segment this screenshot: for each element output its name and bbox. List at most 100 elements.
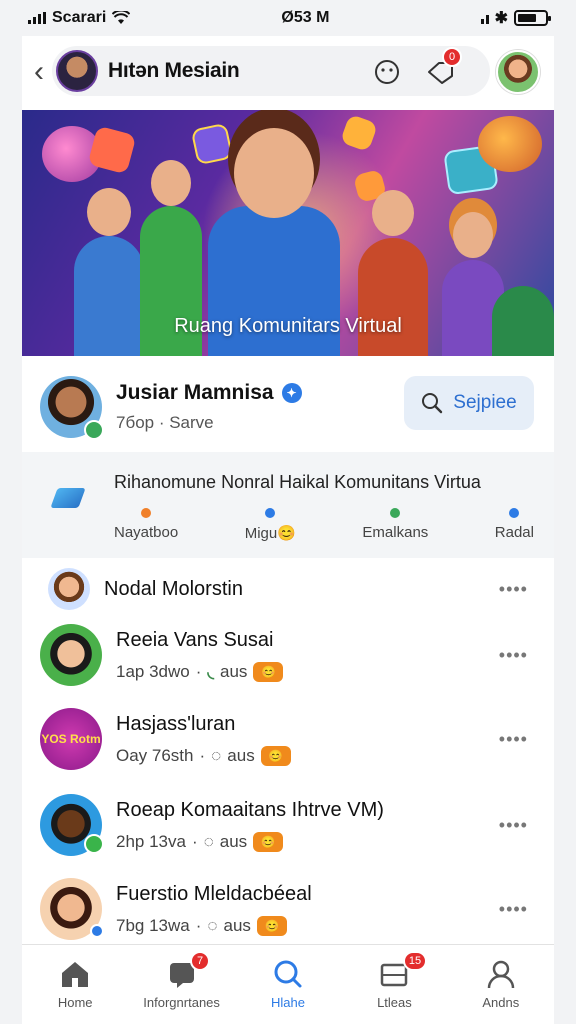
separator: ·	[199, 745, 206, 765]
list-item[interactable]: Reeia Vans Susai 1ap 3dwo · ◟ aus 😊 ••••	[22, 618, 554, 692]
emoji-badge: 😊	[256, 915, 287, 936]
list-avatar	[40, 624, 102, 686]
more-options-icon[interactable]: ••••	[499, 899, 528, 920]
tag-label: Migu😊	[244, 525, 296, 542]
list-status: aus	[223, 915, 251, 935]
tag-dot	[390, 508, 401, 518]
verified-icon: ✦	[281, 383, 302, 403]
header-actions: 0	[370, 47, 540, 94]
carrier-label: Scarari	[52, 9, 107, 26]
separator: ·	[195, 915, 202, 935]
tag-item[interactable]: Radal	[495, 508, 534, 542]
status-left: Scarari	[28, 9, 131, 27]
more-options-icon[interactable]: ••••	[499, 579, 528, 600]
profile-text: Jusiar Mamnisa ✦ 7бop · Sarve	[116, 381, 302, 433]
game-tile-icon	[190, 122, 234, 166]
tab-inbox[interactable]: 15 Ltleas	[341, 945, 447, 1024]
info-title: Rihanomune Nonral Haikal Komunitans Virt…	[114, 472, 481, 492]
status-time: Ø53 M	[281, 9, 330, 26]
emoji-button[interactable]	[370, 55, 404, 89]
tag-item[interactable]: Nayatboo	[114, 508, 178, 542]
list-item[interactable]: YOS Rotm Hasjass'luran Oay 76sth · ◌ aus …	[22, 702, 554, 776]
tag-dot	[509, 508, 520, 518]
status-icon: ◌	[211, 745, 222, 765]
user-avatar[interactable]	[496, 50, 540, 94]
search-button[interactable]: Sejpiee	[404, 376, 534, 430]
more-options-icon[interactable]: ••••	[499, 645, 528, 666]
more-options-icon[interactable]: ••••	[499, 815, 528, 836]
notification-badge: 0	[442, 47, 462, 67]
tag-label: Radal	[494, 524, 534, 541]
search-icon	[274, 960, 302, 988]
banner-person-1	[74, 188, 144, 356]
tab-profile[interactable]: Andns	[448, 945, 554, 1024]
list-time: 7bg 13wa	[116, 915, 190, 935]
profile-meta: 7бop · Sarve	[116, 413, 214, 432]
list-status: aus	[219, 831, 248, 851]
cube-icon	[50, 488, 86, 508]
user-icon	[487, 960, 515, 989]
tab-badge: 15	[402, 951, 428, 971]
emoji-badge: 😊	[253, 661, 284, 682]
list-item[interactable]: Nodal Molorstin ••••	[22, 566, 554, 612]
member-avatar[interactable]	[40, 376, 104, 440]
tag-dot	[141, 508, 152, 518]
wifi-icon	[112, 11, 131, 24]
profile-name: Jusiar Mamnisa	[116, 381, 274, 404]
status-right: ✱	[480, 8, 551, 28]
tag-item[interactable]: Migu😊	[245, 508, 296, 542]
online-badge	[84, 834, 104, 854]
signal-icon	[28, 12, 46, 24]
profile-row: Jusiar Mamnisa ✦ 7бop · Sarve Sejpiee	[22, 362, 554, 452]
list-avatar: YOS Rotm	[40, 708, 102, 770]
list-avatar	[40, 878, 104, 940]
list-meta: 2hp 13va · ◌ aus 😊	[116, 831, 384, 852]
emoji-badge: 😊	[260, 745, 291, 766]
list-meta: 1ap 3dwo · ◟ aus 😊	[116, 661, 284, 682]
tab-search[interactable]: Hlahe	[235, 945, 341, 1024]
list-name: Roeap Komaaitans Ihtrve VM)	[116, 798, 384, 821]
list-name: Nodal Molorstin	[104, 577, 243, 600]
tab-label: Ltleas	[377, 995, 412, 1010]
list-avatar	[48, 568, 90, 610]
list-item[interactable]: Fuerstio Mleldacbéeal 7bg 13wa · ◌ aus 😊 …	[22, 872, 554, 946]
status-icon: ◟	[207, 661, 214, 681]
tab-label: Inforgnrtanes	[143, 995, 220, 1010]
list-item[interactable]: Roeap Komaaitans Ihtrve VM) 2hp 13va · ◌ …	[22, 788, 554, 862]
search-button-label: Sejpiee	[453, 392, 517, 413]
tag-button[interactable]: 0	[424, 47, 462, 89]
list-name: Reeia Vans Susai	[116, 628, 274, 651]
tab-label: Andns	[482, 995, 520, 1010]
page-title: Hıtən Mesiain	[108, 59, 240, 82]
list-time: 2hp 13va	[116, 831, 186, 851]
status-icon: ◌	[203, 831, 214, 851]
tag-item[interactable]: Emalkans	[362, 508, 428, 542]
tab-badge: 7	[190, 951, 211, 971]
community-banner: Ruang Komunitars Virtual	[22, 110, 554, 356]
tag-dot	[265, 508, 276, 518]
list-name: Hasjass'luran	[116, 712, 236, 735]
list-status: aus	[227, 745, 255, 765]
tab-label: Hlahe	[271, 995, 305, 1010]
emoji-badge: 😊	[253, 831, 284, 852]
group-avatar[interactable]	[56, 50, 98, 92]
list-meta: 7bg 13wa · ◌ aus 😊	[116, 915, 312, 936]
tag-label: Nayatboo	[114, 524, 179, 541]
tab-info[interactable]: 7 Inforgnrtanes	[128, 945, 234, 1024]
list-name: Fuerstio Mleldacbéeal	[116, 882, 312, 905]
bluetooth-icon: ✱	[494, 10, 508, 27]
online-badge	[84, 420, 104, 440]
banner-person-4	[358, 190, 428, 356]
signal-small-icon	[480, 12, 489, 24]
separator: ·	[191, 831, 198, 851]
online-badge	[90, 924, 104, 938]
tab-home[interactable]: Home	[22, 945, 128, 1024]
list-meta: Oay 76sth · ◌ aus 😊	[116, 745, 291, 766]
more-options-icon[interactable]: ••••	[499, 729, 528, 750]
list-time: 1ap 3dwo	[116, 661, 190, 681]
list-time: Oay 76sth	[116, 745, 194, 765]
bottom-tab-bar: Home 7 Inforgnrtanes Hlahe 15 Ltleas And…	[22, 944, 554, 1024]
smiley-icon	[375, 60, 399, 84]
battery-icon	[514, 10, 551, 26]
app-screen: ‹ Hıtən Mesiain 0 Ruang Komunitars Virtu…	[22, 36, 554, 1024]
